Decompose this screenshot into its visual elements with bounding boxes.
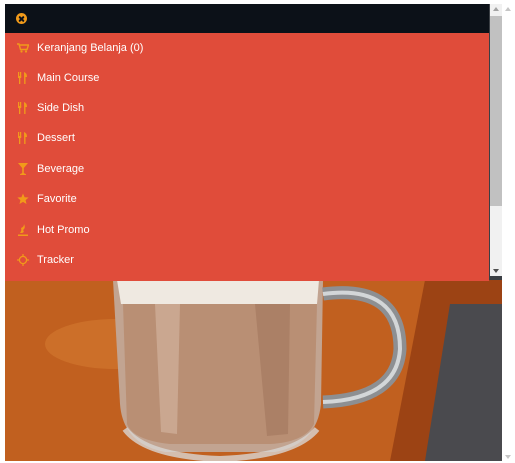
menu-item-label: Hot Promo [37, 224, 90, 236]
menu-item-label: Main Course [37, 72, 100, 84]
menu-item-label: Beverage [37, 163, 85, 175]
cocktail-glass-icon [16, 162, 30, 176]
menu-item-side-dish[interactable]: Side Dish [5, 93, 489, 123]
page-scrollbar-track[interactable] [503, 4, 513, 461]
menu-item-label: Dessert [37, 132, 75, 144]
menu-scrollbar-thumb[interactable] [490, 16, 502, 206]
menu-item-label: Keranjang Belanja (0) [37, 42, 144, 54]
menu-item-tracker[interactable]: Tracker [5, 245, 489, 275]
menu-item-main-course[interactable]: Main Course [5, 63, 489, 93]
fire-icon [16, 223, 30, 237]
side-menu: Keranjang Belanja (0) Main Course Side D… [5, 33, 489, 281]
star-icon [16, 192, 30, 206]
scroll-up-arrow-icon[interactable] [493, 7, 499, 11]
menu-item-hot-promo[interactable]: Hot Promo [5, 215, 489, 245]
scroll-down-arrow-icon[interactable] [493, 269, 499, 273]
close-icon[interactable] [16, 13, 27, 24]
page-scroll-down-arrow-icon[interactable] [505, 455, 511, 459]
crosshair-icon [16, 253, 30, 267]
menu-item-beverage[interactable]: Beverage [5, 154, 489, 184]
app-viewport: Keranjang Belanja (0) Main Course Side D… [5, 4, 502, 461]
fork-knife-icon [16, 71, 30, 85]
fork-knife-icon [16, 131, 30, 145]
top-bar [5, 4, 489, 33]
menu-item-label: Favorite [37, 193, 77, 205]
menu-item-label: Side Dish [37, 102, 85, 114]
menu-item-dessert[interactable]: Dessert [5, 123, 489, 153]
menu-item-cart[interactable]: Keranjang Belanja (0) [5, 33, 489, 63]
menu-item-favorite[interactable]: Favorite [5, 184, 489, 214]
fork-knife-icon [16, 101, 30, 115]
menu-item-label: Tracker [37, 254, 74, 266]
page-scroll-up-arrow-icon[interactable] [505, 7, 511, 11]
cart-icon [16, 41, 30, 55]
